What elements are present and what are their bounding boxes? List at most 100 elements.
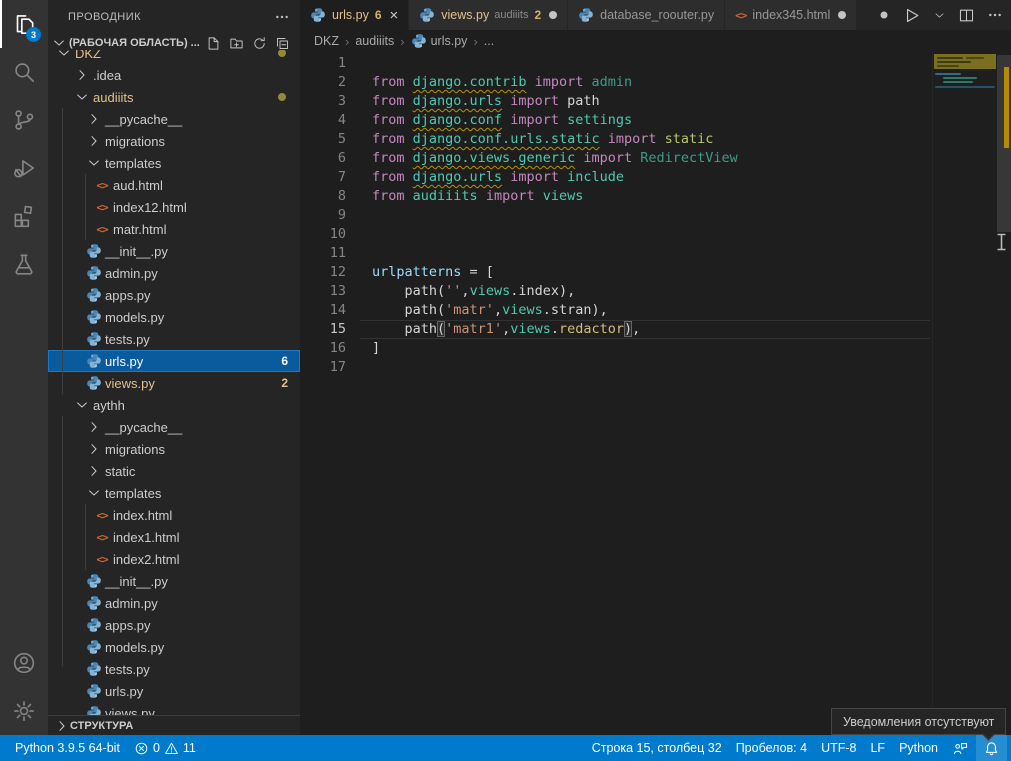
python-file-icon: [419, 7, 435, 23]
breadcrumb-item-audiiits[interactable]: audiiits: [355, 34, 394, 48]
notifications-bell-item[interactable]: [976, 735, 1007, 761]
tree-item-label: migrations: [105, 134, 165, 149]
tree-item-models.py[interactable]: models.py: [48, 636, 300, 658]
code-line-4[interactable]: 4from django.conf import settings: [300, 111, 997, 130]
code-line-11[interactable]: 11: [300, 244, 997, 263]
warning-icon: [164, 741, 179, 756]
code-line-16[interactable]: 16]: [300, 339, 997, 358]
code-line-5[interactable]: 5from django.conf.urls.static import sta…: [300, 130, 997, 149]
tree-item-__pycache__[interactable]: __pycache__: [48, 108, 300, 130]
line-number: 14: [300, 301, 346, 320]
new-folder-icon[interactable]: [229, 36, 244, 51]
problems-item[interactable]: 0 11: [127, 735, 203, 761]
python-file-icon: [86, 595, 102, 611]
tree-item-templates[interactable]: templates: [48, 152, 300, 174]
code-line-1[interactable]: 1: [300, 54, 997, 73]
more-icon[interactable]: [987, 7, 1003, 23]
breadcrumb-item-DKZ[interactable]: DKZ: [314, 34, 339, 48]
code-line-17[interactable]: 17: [300, 358, 997, 377]
tree-item-__init__.py[interactable]: __init__.py: [48, 240, 300, 262]
tab-urls.py[interactable]: urls.py6×: [300, 0, 408, 30]
python-interpreter-item[interactable]: Python 3.9.5 64-bit: [8, 735, 127, 761]
activity-item-settings[interactable]: [0, 687, 48, 735]
code-line-10[interactable]: 10: [300, 225, 997, 244]
activity-item-explorer[interactable]: 3: [0, 0, 48, 48]
tree-item-label: tests.py: [105, 332, 150, 347]
tree-item-tests.py[interactable]: tests.py: [48, 328, 300, 350]
tab-index345.html[interactable]: <>index345.html: [725, 0, 856, 30]
tree-item-label: matr.html: [113, 222, 166, 237]
tree-item-label: templates: [105, 486, 161, 501]
encoding-item[interactable]: UTF-8: [814, 735, 863, 761]
tree-item-static[interactable]: static: [48, 460, 300, 482]
run-icon[interactable]: [902, 6, 921, 25]
tree-item-admin.py[interactable]: admin.py: [48, 592, 300, 614]
editor-scrollbar[interactable]: [997, 0, 1011, 735]
tree-item-audiiits[interactable]: audiiits: [48, 86, 300, 108]
breadcrumb-item-urls.py[interactable]: urls.py: [411, 33, 468, 49]
breadcrumb-label: ...: [484, 34, 494, 48]
minimap-mark: [943, 81, 973, 83]
split-editor-icon[interactable]: [958, 7, 975, 24]
tree-item-.idea[interactable]: .idea: [48, 64, 300, 86]
outline-section-header[interactable]: СТРУКТУРА: [48, 715, 300, 735]
activity-item-search[interactable]: [0, 48, 48, 96]
code-editor[interactable]: 12from django.contrib import admin3from …: [300, 52, 997, 735]
code-line-12[interactable]: 12urlpatterns = [: [300, 263, 997, 282]
minimap-mark: [937, 65, 959, 67]
tree-item-migrations[interactable]: migrations: [48, 438, 300, 460]
code-line-2[interactable]: 2from django.contrib import admin: [300, 73, 997, 92]
close-icon[interactable]: ×: [390, 8, 399, 23]
tree-item-urls.py[interactable]: urls.py6: [48, 350, 300, 372]
activity-item-source-control[interactable]: [0, 96, 48, 144]
tree-item-DKZ[interactable]: DKZ: [48, 50, 300, 64]
eol-item[interactable]: LF: [863, 735, 892, 761]
minimap[interactable]: [932, 52, 998, 732]
tree-item-label: apps.py: [105, 288, 151, 303]
activity-item-testing[interactable]: [0, 240, 48, 288]
tree-item-admin.py[interactable]: admin.py: [48, 262, 300, 284]
new-file-icon[interactable]: [206, 36, 221, 51]
tree-item-apps.py[interactable]: apps.py: [48, 284, 300, 306]
language-mode-item[interactable]: Python: [892, 735, 945, 761]
tree-item-templates[interactable]: templates: [48, 482, 300, 504]
tree-item-models.py[interactable]: models.py: [48, 306, 300, 328]
tab-database_roouter.py[interactable]: database_roouter.py: [568, 0, 724, 30]
tree-item-aythh[interactable]: aythh: [48, 394, 300, 416]
activity-item-extensions[interactable]: [0, 192, 48, 240]
sidebar-more-icon[interactable]: [274, 9, 290, 25]
tree-item-urls.py[interactable]: urls.py: [48, 680, 300, 702]
activity-item-account[interactable]: [0, 639, 48, 687]
code-line-6[interactable]: 6from django.views.generic import Redire…: [300, 149, 997, 168]
tree-item-__pycache__[interactable]: __pycache__: [48, 416, 300, 438]
indentation-item[interactable]: Пробелов: 4: [729, 735, 814, 761]
code-line-13[interactable]: 13 path('',views.index),: [300, 282, 997, 301]
breadcrumb-item-...[interactable]: ...: [484, 34, 494, 48]
tree-item-views.py[interactable]: views.py2: [48, 372, 300, 394]
tree-item-apps.py[interactable]: apps.py: [48, 614, 300, 636]
chevron-down-small-icon[interactable]: [933, 9, 946, 22]
refresh-icon[interactable]: [252, 36, 267, 51]
collapse-all-icon[interactable]: [275, 36, 290, 51]
feedback-item[interactable]: [945, 735, 976, 761]
tab-views.py[interactable]: views.pyaudiiits2: [409, 0, 567, 30]
code-line-3[interactable]: 3from django.urls import path: [300, 92, 997, 111]
code-line-9[interactable]: 9: [300, 206, 997, 225]
activity-item-run-debug[interactable]: [0, 144, 48, 192]
explorer-sidebar: ПРОВОДНИК (РАБОЧАЯ ОБЛАСТЬ) ... DKZ.idea…: [48, 0, 300, 735]
tree-item-views.py[interactable]: views.py: [48, 702, 300, 716]
activity-bar: 3: [0, 0, 48, 735]
tab-label: urls.py: [332, 8, 369, 22]
tree-item-__init__.py[interactable]: __init__.py: [48, 570, 300, 592]
python-file-icon: [86, 683, 102, 699]
code-line-8[interactable]: 8from audiiits import views: [300, 187, 997, 206]
code-line-7[interactable]: 7from django.urls import include: [300, 168, 997, 187]
minimap-mark: [937, 57, 963, 59]
tree-item-tests.py[interactable]: tests.py: [48, 658, 300, 680]
breadcrumb-separator: ›: [473, 34, 477, 49]
tree-item-migrations[interactable]: migrations: [48, 130, 300, 152]
code-line-14[interactable]: 14 path('matr',views.stran),: [300, 301, 997, 320]
code-line-15[interactable]: 15 path('matr1',views.redactor),: [300, 320, 997, 339]
line-number: 3: [300, 92, 346, 111]
cursor-position-item[interactable]: Строка 15, столбец 32: [585, 735, 729, 761]
